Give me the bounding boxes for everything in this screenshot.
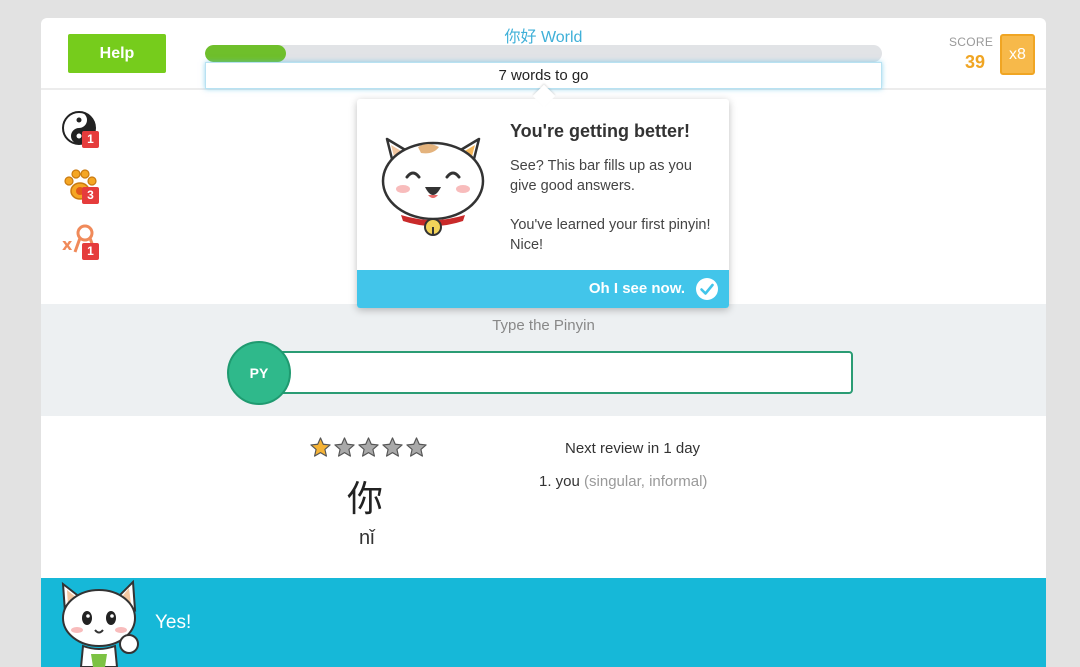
stat-yin-yang: 1	[61, 110, 101, 154]
next-review-text: Next review in 1 day	[565, 440, 701, 457]
progress-bar	[205, 45, 882, 62]
tooltip-paragraph: You've learned your first pinyin! Nice!	[510, 217, 711, 253]
stat-count-badge: 1	[82, 131, 99, 148]
cat-mascot-icon	[61, 579, 139, 667]
course-title: 你好 World	[504, 29, 583, 46]
feedback-bar: Yes!	[41, 578, 1046, 667]
feedback-text: Yes!	[155, 612, 192, 633]
header-bar: Help 你好 World 7 words to go SCORE 39 x8	[41, 18, 1046, 90]
stat-paw: 3	[61, 166, 101, 210]
svg-text:x: x	[62, 235, 73, 254]
word-hanzi: 你	[347, 479, 384, 520]
tooltip-dismiss-label: Oh I see now.	[588, 280, 685, 297]
definition-note: (singular, informal)	[584, 473, 708, 490]
pinyin-input[interactable]	[263, 351, 853, 394]
checkmark-circle-icon	[696, 278, 718, 300]
stat-count-badge: 1	[82, 243, 99, 260]
answer-section: Type the Pinyin PY	[41, 304, 1046, 416]
definition-main: 1. you	[539, 473, 580, 490]
word-definition: 1. you (singular, informal)	[539, 473, 707, 490]
progress-bar-fill	[205, 45, 287, 62]
happy-cat-mascot-icon	[381, 137, 485, 236]
mastery-stars	[309, 436, 429, 460]
app-window: Help 你好 World 7 words to go SCORE 39 x8 …	[41, 18, 1046, 667]
tooltip-paragraph: See? This bar fills up as you give good …	[510, 158, 692, 194]
score-multiplier-badge: x8	[1000, 34, 1035, 75]
star-empty-icon	[406, 437, 427, 457]
stat-count-badge: 3	[82, 187, 99, 204]
tooltip-dismiss-button[interactable]: Oh I see now.	[357, 270, 729, 308]
answer-prompt: Type the Pinyin	[492, 317, 595, 334]
star-empty-icon	[334, 437, 355, 457]
score-label: SCORE	[949, 35, 994, 49]
star-filled-icon	[310, 437, 331, 457]
tooltip-title: You're getting better!	[510, 121, 690, 141]
star-empty-icon	[382, 437, 403, 457]
pinyin-input-badge: PY	[227, 341, 291, 405]
score-value: 39	[965, 52, 986, 72]
word-pinyin: nǐ	[359, 527, 375, 549]
tutorial-tooltip: You're getting better! See? This bar fil…	[357, 99, 729, 308]
star-empty-icon	[358, 437, 379, 457]
stat-mistakes: x 1	[61, 222, 101, 266]
